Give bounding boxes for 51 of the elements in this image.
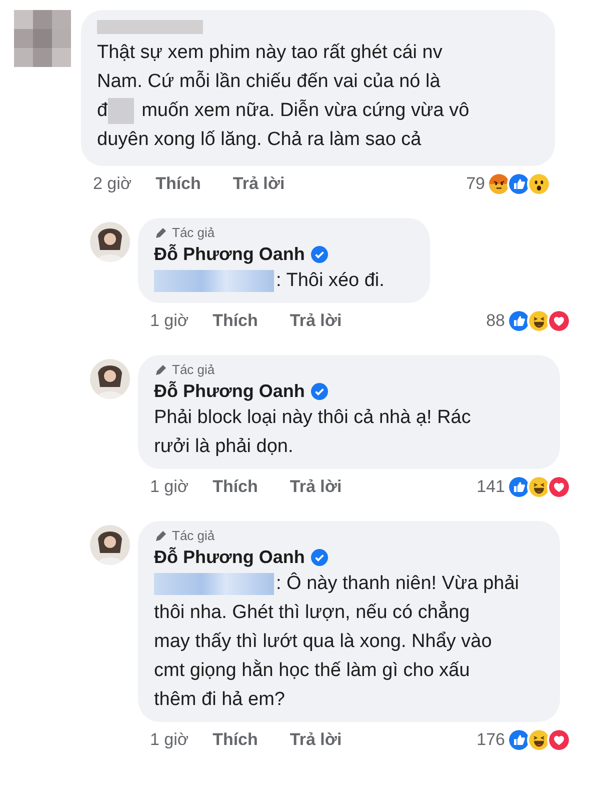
pen-icon bbox=[154, 529, 168, 543]
comment-text: Thật sự xem phim này tao rất ghét cái nv bbox=[97, 41, 442, 65]
comment-text: cmt giọng hằn học thế làm gì cho xấu bbox=[154, 658, 470, 683]
reply-link[interactable]: Trả lời bbox=[232, 172, 285, 196]
like-link[interactable]: Thích bbox=[212, 309, 258, 333]
laughing-reaction-icon bbox=[527, 309, 551, 333]
reply-link[interactable]: Trả lời bbox=[290, 728, 342, 752]
comment-text: Phải block loại này thôi cả nhà ạ! Rác bbox=[154, 406, 471, 430]
reply-link[interactable]: Trả lời bbox=[290, 309, 342, 333]
comment-text: : Ô này thanh niên! Vừa phải bbox=[276, 571, 519, 596]
author-name: Đỗ Phương Oanh bbox=[154, 243, 305, 266]
comment-text: đ bbox=[97, 99, 108, 123]
comment-text: duyên xong lố lăng. Chả ra làm sao cả bbox=[97, 128, 422, 152]
author-name: Đỗ Phương Oanh bbox=[154, 546, 305, 569]
author-label: Tác giả bbox=[172, 527, 215, 545]
timestamp: 1 giờ bbox=[150, 310, 189, 332]
reply-link[interactable]: Trả lời bbox=[290, 475, 342, 499]
reaction-count: 141 bbox=[476, 476, 505, 498]
reaction-count: 176 bbox=[476, 729, 505, 751]
surprised-reaction-icon bbox=[527, 172, 551, 196]
like-reaction-icon bbox=[507, 728, 531, 752]
angry-reaction-icon bbox=[487, 172, 511, 196]
heart-reaction-icon bbox=[547, 728, 571, 752]
laughing-reaction-icon bbox=[527, 728, 551, 752]
like-link[interactable]: Thích bbox=[212, 728, 258, 752]
pen-icon bbox=[154, 226, 168, 240]
reaction-count: 88 bbox=[486, 310, 505, 332]
timestamp: 1 giờ bbox=[150, 476, 189, 498]
like-reaction-icon bbox=[507, 172, 531, 196]
comment-text: may thấy thì lướt qua là xong. Nhẩy vào bbox=[154, 630, 492, 654]
pixelated-avatar bbox=[14, 10, 71, 67]
author-label: Tác giả bbox=[172, 224, 215, 242]
like-reaction-icon bbox=[507, 309, 531, 333]
comment-text: Nam. Cứ mỗi lần chiếu đến vai của nó là bbox=[97, 70, 440, 94]
comment-text: muốn xem nữa. Diễn vừa cứng vừa vô bbox=[142, 98, 470, 123]
like-link[interactable]: Thích bbox=[156, 172, 201, 196]
reaction-count: 79 bbox=[466, 173, 485, 195]
pen-icon bbox=[154, 363, 168, 377]
comment-text: : Thôi xéo đi. bbox=[276, 269, 384, 293]
author-label: Tác giả bbox=[172, 361, 215, 379]
heart-reaction-icon bbox=[547, 475, 571, 499]
like-link[interactable]: Thích bbox=[212, 475, 258, 499]
laughing-reaction-icon bbox=[527, 475, 551, 499]
like-reaction-icon bbox=[507, 475, 531, 499]
comment-text: thêm đi hả em? bbox=[154, 688, 285, 712]
timestamp: 2 giờ bbox=[93, 173, 132, 195]
author-name: Đỗ Phương Oanh bbox=[154, 380, 305, 403]
comment-text: rưởi là phải dọn. bbox=[154, 435, 294, 459]
heart-reaction-icon bbox=[547, 309, 571, 333]
timestamp: 1 giờ bbox=[150, 729, 189, 751]
comment-text: thôi nha. Ghét thì lượn, nếu có chẳng bbox=[154, 600, 470, 625]
